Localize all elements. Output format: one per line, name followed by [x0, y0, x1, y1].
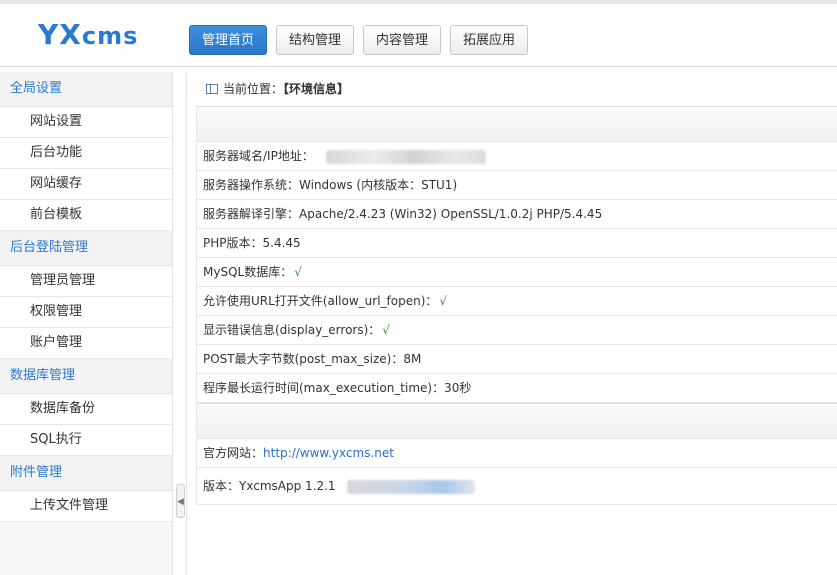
about-table: 官方网站：http://www.yxcms.net 版本：YxcmsApp 1.…	[196, 403, 837, 505]
row-display-errors: 显示错误信息(display_errors)： √	[197, 316, 837, 345]
main-content: 当前位置：【环境信息】 服务器域名/IP地址： 服务器操作系统：Windows …	[196, 72, 837, 505]
about-header-row	[197, 404, 837, 439]
mysql-label: MySQL数据库：	[203, 265, 293, 279]
sidebar-item-sql-exec[interactable]: SQL执行	[0, 425, 172, 456]
nav-extensions[interactable]: 拓展应用	[450, 25, 529, 55]
check-icon: √	[382, 323, 390, 337]
os-value: Windows (内核版本：STU1)	[299, 178, 458, 192]
post-max-label: POST最大字节数(post_max_size)：	[203, 352, 404, 366]
sidebar-item-uploads[interactable]: 上传文件管理	[0, 491, 172, 522]
row-url-fopen: 允许使用URL打开文件(allow_url_fopen)： √	[197, 287, 837, 316]
sidebar-group-attachments[interactable]: 附件管理	[0, 456, 172, 491]
logo-main: YX	[38, 18, 82, 51]
content-divider	[186, 72, 187, 575]
nav-structure[interactable]: 结构管理	[276, 25, 355, 55]
sidebar-item-site-cache[interactable]: 网站缓存	[0, 169, 172, 200]
table-header-row	[197, 107, 837, 142]
post-max-value: 8M	[403, 352, 422, 366]
check-icon: √	[294, 265, 302, 279]
top-nav: 管理首页 结构管理 内容管理 拓展应用	[189, 25, 529, 55]
row-engine: 服务器解译引擎：Apache/2.4.23 (Win32) OpenSSL/1.…	[197, 200, 837, 229]
header: YXcms 管理首页 结构管理 内容管理 拓展应用	[0, 4, 837, 67]
logo: YXcms	[38, 18, 138, 51]
domain-ip-label: 服务器域名/IP地址：	[203, 149, 314, 163]
sidebar-group-login[interactable]: 后台登陆管理	[0, 231, 172, 266]
version-label: 版本：	[203, 479, 240, 493]
row-mysql: MySQL数据库： √	[197, 258, 837, 287]
sidebar-collapse-handle[interactable]: ◀	[176, 484, 185, 518]
php-label: PHP版本：	[203, 236, 263, 250]
sidebar-group-database[interactable]: 数据库管理	[0, 359, 172, 394]
check-icon: √	[439, 294, 448, 308]
display-errors-label: 显示错误信息(display_errors)：	[203, 323, 381, 337]
max-exec-label: 程序最长运行时间(max_execution_time)：	[203, 381, 445, 395]
chevron-left-icon: ◀	[177, 497, 184, 507]
sidebar-item-frontend-templates[interactable]: 前台模板	[0, 200, 172, 231]
php-value: 5.4.45	[262, 236, 301, 250]
sidebar: 全局设置 网站设置 后台功能 网站缓存 前台模板 后台登陆管理 管理员管理 权限…	[0, 72, 173, 575]
row-os: 服务器操作系统：Windows (内核版本：STU1)	[197, 171, 837, 200]
breadcrumb-prefix: 当前位置：	[223, 82, 284, 96]
engine-value: Apache/2.4.23 (Win32) OpenSSL/1.0.2j PHP…	[299, 207, 603, 221]
url-fopen-label: 允许使用URL打开文件(allow_url_fopen)：	[203, 294, 438, 308]
row-php: PHP版本：5.4.45	[197, 229, 837, 258]
row-post-max: POST最大字节数(post_max_size)：8M	[197, 345, 837, 374]
redacted-version-extra	[347, 479, 476, 494]
row-version: 版本：YxcmsApp 1.2.1	[197, 468, 837, 505]
sidebar-item-backend-functions[interactable]: 后台功能	[0, 138, 172, 169]
server-info-table: 服务器域名/IP地址： 服务器操作系统：Windows (内核版本：STU1) …	[196, 106, 837, 403]
site-label: 官方网站：	[203, 446, 264, 460]
official-site-link[interactable]: http://www.yxcms.net	[263, 446, 394, 460]
sidebar-group-global[interactable]: 全局设置	[0, 72, 172, 107]
row-domain-ip: 服务器域名/IP地址：	[197, 142, 837, 171]
breadcrumb: 当前位置：【环境信息】	[196, 72, 837, 106]
row-max-exec: 程序最长运行时间(max_execution_time)：30秒	[197, 374, 837, 403]
row-official-site: 官方网站：http://www.yxcms.net	[197, 439, 837, 468]
sidebar-item-admins[interactable]: 管理员管理	[0, 266, 172, 297]
window-icon	[206, 84, 218, 94]
max-exec-value: 30秒	[444, 381, 472, 395]
logo-sub: cms	[81, 22, 139, 50]
sidebar-item-site-settings[interactable]: 网站设置	[0, 107, 172, 138]
engine-label: 服务器解译引擎：	[203, 207, 300, 221]
version-value: YxcmsApp 1.2.1	[239, 479, 336, 493]
nav-admin-home[interactable]: 管理首页	[189, 25, 268, 55]
redacted-domain-ip	[325, 149, 486, 164]
sidebar-item-permissions[interactable]: 权限管理	[0, 297, 172, 328]
nav-content[interactable]: 内容管理	[363, 25, 442, 55]
sidebar-item-db-backup[interactable]: 数据库备份	[0, 394, 172, 425]
os-label: 服务器操作系统：	[203, 178, 300, 192]
breadcrumb-current: 【环境信息】	[283, 82, 350, 96]
sidebar-item-accounts[interactable]: 账户管理	[0, 328, 172, 359]
